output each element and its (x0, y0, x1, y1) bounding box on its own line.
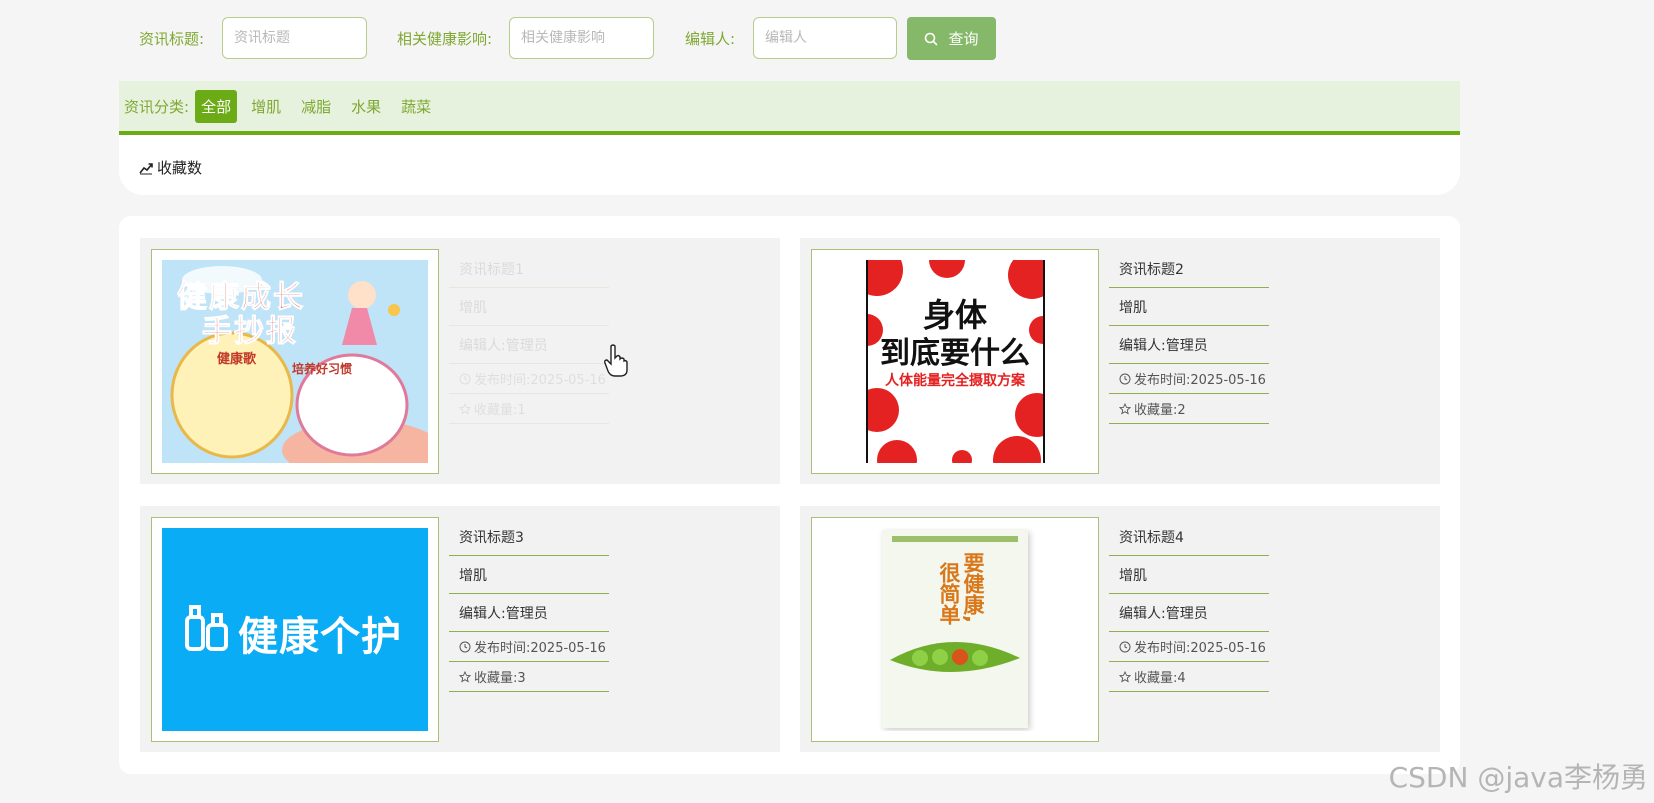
clock-icon (1119, 641, 1131, 652)
card-publish-time: 发布时间:2025-05-16 (449, 632, 609, 662)
title-search-input[interactable] (222, 17, 367, 59)
card-editor: 编辑人:管理员 (1109, 594, 1269, 632)
health-search-label: 相关健康影响: (397, 30, 493, 48)
card-info: 资讯标题3 增肌 编辑人:管理员 发布时间:2025-05-16 收藏量:3 (449, 506, 609, 692)
news-card[interactable]: 健康个护 资讯标题3 增肌 编辑人:管理员 发布时间:2025-05-16 收藏… (140, 506, 780, 752)
card-image-frame: 要健康, 很简单 (811, 517, 1099, 742)
card-image-frame: 健康个护 (151, 517, 439, 742)
watermark: CSDN @java李杨勇 (1388, 761, 1648, 794)
hand-cursor-icon (604, 344, 628, 377)
card-title[interactable]: 资讯标题2 (1109, 250, 1269, 288)
card-info: 资讯标题1 增肌 编辑人:管理员 发布时间:2025-05-16 收藏量:1 (449, 238, 609, 424)
clock-icon (459, 373, 471, 384)
sort-panel: 收藏数 (119, 135, 1460, 195)
favorites-text: 收藏量:4 (1134, 671, 1186, 686)
clock-icon (459, 641, 471, 652)
category-filter-bar: 资讯分类: 全部 增肌 减脂 水果 蔬菜 (119, 81, 1460, 135)
card-favorites: 收藏量:3 (449, 662, 609, 692)
editor-search-label: 编辑人: (685, 30, 736, 48)
card-category: 增肌 (1109, 556, 1269, 594)
card-category: 增肌 (449, 556, 609, 594)
card-category: 增肌 (1109, 288, 1269, 326)
poster-title-line-2: 手抄报 (202, 314, 298, 350)
trend-chart-icon (139, 162, 153, 174)
card-image-poster[interactable]: 健康成长 手抄报 健康歌 培养好习惯 (162, 260, 428, 463)
book-cover-panel: 要健康, 很简单 (882, 530, 1028, 728)
category-label: 资讯分类: (124, 97, 190, 116)
card-title[interactable]: 资讯标题1 (449, 250, 609, 288)
cover-subtitle: 人体能量完全摄取方案 (885, 373, 1025, 389)
sort-by-favorites-option[interactable]: 收藏数 (139, 157, 202, 178)
clock-icon (1119, 373, 1131, 384)
star-outline-icon (459, 402, 471, 415)
star-outline-icon (1119, 670, 1131, 683)
card-title[interactable]: 资讯标题4 (1109, 518, 1269, 556)
category-item-all[interactable]: 全部 (195, 89, 238, 123)
cover-title-line-2: 到底要什么 (880, 336, 1030, 371)
search-icon (925, 32, 938, 45)
card-editor: 编辑人:管理员 (449, 594, 609, 632)
title-search-label: 资讯标题: (139, 30, 205, 48)
cover-edge (1043, 260, 1045, 463)
card-favorites: 收藏量:4 (1109, 662, 1269, 692)
news-card[interactable]: 身体 到底要什么 人体能量完全摄取方案 资讯标题2 增肌 编辑人:管理员 发布时… (800, 238, 1440, 484)
card-publish-time: 发布时间:2025-05-16 (449, 364, 609, 394)
card-image-book-cover[interactable]: 要健康, 很简单 (822, 528, 1088, 731)
category-item-vegetable[interactable]: 蔬菜 (395, 90, 437, 123)
banner-text: 健康个护 (238, 614, 402, 660)
card-image-frame: 健康成长 手抄报 健康歌 培养好习惯 (151, 249, 439, 474)
publish-time-text: 发布时间:2025-05-16 (1134, 373, 1266, 388)
card-image-banner[interactable]: 健康个护 (162, 528, 428, 731)
star-outline-icon (1119, 402, 1131, 415)
favorites-text: 收藏量:3 (474, 671, 526, 686)
health-search-input[interactable] (509, 17, 654, 59)
book-title-line-1: 要健康, (961, 552, 985, 623)
publish-time-text: 发布时间:2025-05-16 (1134, 641, 1266, 656)
editor-search-input[interactable] (753, 17, 897, 59)
news-card[interactable]: 要健康, 很简单 资讯标题4 增肌 编辑人:管理员 发布时间:2025-05-1… (800, 506, 1440, 752)
card-image-book-cover[interactable]: 身体 到底要什么 人体能量完全摄取方案 (822, 260, 1088, 463)
cover-top-band (892, 536, 1018, 542)
card-info: 资讯标题4 增肌 编辑人:管理员 发布时间:2025-05-16 收藏量:4 (1109, 506, 1269, 692)
pea-pod-illustration (890, 641, 1020, 673)
card-publish-time: 发布时间:2025-05-16 (1109, 632, 1269, 662)
card-editor: 编辑人:管理员 (1109, 326, 1269, 364)
sort-option-label: 收藏数 (157, 159, 203, 177)
card-editor: 编辑人:管理员 (449, 326, 609, 364)
card-favorites: 收藏量:1 (449, 394, 609, 424)
publish-time-text: 发布时间:2025-05-16 (474, 641, 606, 656)
category-item-fat-loss[interactable]: 减脂 (295, 90, 337, 123)
card-category: 增肌 (449, 288, 609, 326)
poster-song-heading: 健康歌 (217, 352, 257, 367)
card-favorites: 收藏量:2 (1109, 394, 1269, 424)
favorites-text: 收藏量:1 (474, 403, 526, 418)
card-title[interactable]: 资讯标题3 (449, 518, 609, 556)
card-publish-time: 发布时间:2025-05-16 (1109, 364, 1269, 394)
search-bar: 资讯标题: 相关健康影响: 编辑人: 查询 (0, 0, 1654, 80)
news-list-panel: 健康成长 手抄报 健康歌 培养好习惯 资讯标题1 增肌 编辑人:管理员 发布时间… (119, 216, 1460, 774)
category-item-muscle[interactable]: 增肌 (245, 90, 287, 123)
star-outline-icon (459, 670, 471, 683)
news-card[interactable]: 健康成长 手抄报 健康歌 培养好习惯 资讯标题1 增肌 编辑人:管理员 发布时间… (140, 238, 780, 484)
favorites-text: 收藏量:2 (1134, 403, 1186, 418)
cover-edge (866, 260, 868, 463)
book-title-line-2: 很简单 (937, 562, 961, 625)
bottle-icon (185, 605, 228, 651)
category-item-fruit[interactable]: 水果 (345, 90, 387, 123)
poster-habit-heading: 培养好习惯 (292, 362, 353, 376)
card-info: 资讯标题2 增肌 编辑人:管理员 发布时间:2025-05-16 收藏量:2 (1109, 238, 1269, 424)
book-cover-panel: 身体 到底要什么 人体能量完全摄取方案 (867, 260, 1043, 463)
query-button-label: 查询 (948, 30, 979, 48)
publish-time-text: 发布时间:2025-05-16 (474, 373, 606, 388)
card-image-frame: 身体 到底要什么 人体能量完全摄取方案 (811, 249, 1099, 474)
query-button[interactable]: 查询 (907, 17, 996, 60)
